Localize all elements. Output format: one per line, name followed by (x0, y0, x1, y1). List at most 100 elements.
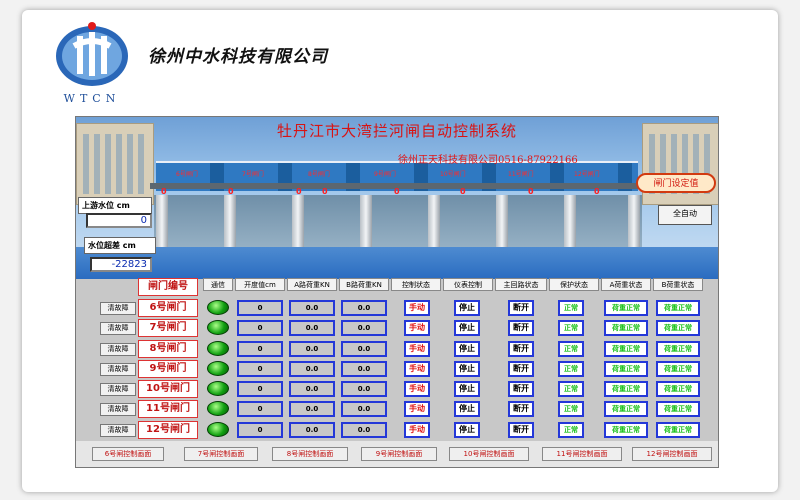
gate-opening-value: 0 (460, 187, 466, 196)
comm-status-led-icon (207, 361, 229, 376)
load-a-value: 0.0 (289, 361, 335, 377)
clear-fault-button[interactable]: 清故障 (100, 403, 136, 416)
level-overlimit-value: -22823 (90, 257, 152, 272)
header-opening: 开度值cm (235, 278, 285, 291)
clear-fault-button[interactable]: 清故障 (100, 343, 136, 356)
meter-control-state: 停止 (454, 422, 480, 438)
load-b-value: 0.0 (341, 341, 387, 357)
gate-opening-value: 0 (296, 187, 302, 196)
gate-control-screen-button[interactable]: 6号闸控制画面 (92, 447, 164, 461)
gate-name: 6号闸门 (138, 299, 198, 317)
main-circuit-state: 断开 (508, 300, 534, 316)
gate-name: 11号闸门 (138, 400, 198, 418)
upstream-level-value: 0 (86, 213, 152, 228)
b-load-state: 荷重正常 (656, 361, 700, 377)
control-state: 手动 (404, 422, 430, 438)
meter-control-state: 停止 (454, 341, 480, 357)
header-main-circuit: 主回路状态 (495, 278, 547, 291)
clear-fault-button[interactable]: 清故障 (100, 302, 136, 315)
load-a-value: 0.0 (289, 341, 335, 357)
gate-control-screen-button[interactable]: 7号闸控制画面 (184, 447, 258, 461)
b-load-state: 荷重正常 (656, 341, 700, 357)
b-load-state: 荷重正常 (656, 320, 700, 336)
clear-fault-button[interactable]: 清故障 (100, 363, 136, 376)
gate-label: 6号闸门 (176, 171, 198, 178)
control-state: 手动 (404, 401, 430, 417)
meter-control-state: 停止 (454, 401, 480, 417)
opening-value: 0 (237, 361, 283, 377)
a-load-state: 荷重正常 (604, 422, 648, 438)
load-b-value: 0.0 (341, 381, 387, 397)
system-subtitle: 徐州正天科技有限公司0516-87922166 (398, 155, 578, 166)
b-load-state: 荷重正常 (656, 401, 700, 417)
main-circuit-state: 断开 (508, 320, 534, 336)
opening-value: 0 (237, 401, 283, 417)
header-load-b: B路荷重KN (339, 278, 389, 291)
control-state: 手动 (404, 381, 430, 397)
scada-panel: 牡丹江市大湾拦河闸自动控制系统 徐州正天科技有限公司0516-87922166 … (75, 116, 719, 468)
gate-setpoint-button[interactable]: 闸门设定值 (636, 173, 716, 193)
company-logo: WTCN (56, 22, 128, 105)
load-b-value: 0.0 (341, 422, 387, 438)
gate-label: 7号闸门 (242, 171, 264, 178)
protect-state: 正常 (558, 381, 584, 397)
gate-opening-value: 0 (594, 187, 600, 196)
gate-control-screen-button[interactable]: 9号闸控制画面 (361, 447, 437, 461)
protect-state: 正常 (558, 341, 584, 357)
a-load-state: 荷重正常 (604, 320, 648, 336)
header-a-load-state: A荷重状态 (601, 278, 651, 291)
protect-state: 正常 (558, 422, 584, 438)
main-circuit-state: 断开 (508, 381, 534, 397)
opening-value: 0 (237, 341, 283, 357)
protect-state: 正常 (558, 300, 584, 316)
a-load-state: 荷重正常 (604, 401, 648, 417)
a-load-state: 荷重正常 (604, 381, 648, 397)
gate-opening-value: 0 (322, 187, 328, 196)
clear-fault-button[interactable]: 清故障 (100, 322, 136, 335)
load-a-value: 0.0 (289, 300, 335, 316)
load-a-value: 0.0 (289, 401, 335, 417)
b-load-state: 荷重正常 (656, 300, 700, 316)
gate-control-screen-button[interactable]: 8号闸控制画面 (272, 447, 348, 461)
gate-control-screen-button[interactable]: 10号闸控制画面 (449, 447, 529, 461)
gate-control-screen-button[interactable]: 11号闸控制画面 (542, 447, 622, 461)
dam-scene: 牡丹江市大湾拦河闸自动控制系统 徐州正天科技有限公司0516-87922166 … (76, 117, 718, 279)
gate-name: 9号闸门 (138, 360, 198, 378)
gate-name: 7号闸门 (138, 319, 198, 337)
gate-control-screen-button[interactable]: 12号闸控制画面 (632, 447, 712, 461)
control-state: 手动 (404, 361, 430, 377)
main-circuit-state: 断开 (508, 422, 534, 438)
table-row: 清故障 6号闸门 0 0.0 0.0 手动 停止 断开 正常 荷重正常 荷重正常 (76, 298, 718, 318)
a-load-state: 荷重正常 (604, 300, 648, 316)
gate-opening-value: 0 (161, 187, 167, 196)
load-b-value: 0.0 (341, 300, 387, 316)
comm-status-led-icon (207, 381, 229, 396)
gate-name: 10号闸门 (138, 380, 198, 398)
header-protect-state: 保护状态 (549, 278, 599, 291)
full-auto-button[interactable]: 全自动 (658, 205, 712, 225)
a-load-state: 荷重正常 (604, 361, 648, 377)
ground (76, 247, 718, 279)
main-circuit-state: 断开 (508, 341, 534, 357)
load-a-value: 0.0 (289, 320, 335, 336)
comm-status-led-icon (207, 320, 229, 335)
table-row: 清故障 10号闸门 0 0.0 0.0 手动 停止 断开 正常 荷重正常 荷重正常 (76, 379, 718, 399)
gate-label: 10号闸门 (440, 171, 466, 178)
comm-status-led-icon (207, 341, 229, 356)
protect-state: 正常 (558, 361, 584, 377)
gate-label: 11号闸门 (508, 171, 534, 178)
load-b-value: 0.0 (341, 320, 387, 336)
control-state: 手动 (404, 320, 430, 336)
main-circuit-state: 断开 (508, 361, 534, 377)
load-a-value: 0.0 (289, 381, 335, 397)
clear-fault-button[interactable]: 清故障 (100, 383, 136, 396)
gate-label: 12号闸门 (574, 171, 600, 178)
clear-fault-button[interactable]: 清故障 (100, 424, 136, 437)
a-load-state: 荷重正常 (604, 341, 648, 357)
header-comm: 通信 (203, 278, 233, 291)
control-state: 手动 (404, 300, 430, 316)
gate-label: 8号闸门 (308, 171, 330, 178)
load-b-value: 0.0 (341, 401, 387, 417)
main-circuit-state: 断开 (508, 401, 534, 417)
table-row: 清故障 11号闸门 0 0.0 0.0 手动 停止 断开 正常 荷重正常 荷重正常 (76, 399, 718, 419)
